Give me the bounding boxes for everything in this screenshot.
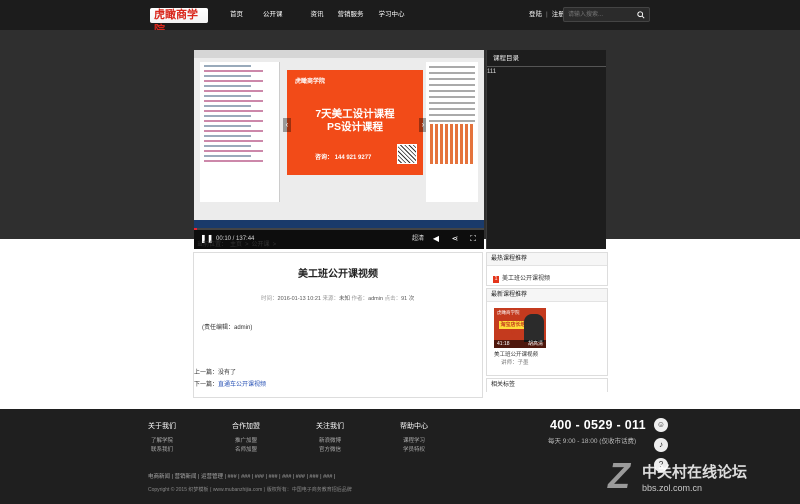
watermark-name: 中关村在线论坛 <box>642 464 748 481</box>
site-logo[interactable]: 虎瞰商学院 <box>150 8 208 36</box>
chevron-left-icon: ‹ <box>283 118 291 132</box>
next-article-link[interactable]: 直通车公开课视频 <box>218 382 266 388</box>
nav-news[interactable]: 资讯 <box>311 0 324 30</box>
course-name[interactable]: 美工班公开课视频 <box>494 350 538 358</box>
video-stage: 虎瞰商学院 7天美工设计课程 PS设计课程 咨询： 144 921 9277 ‹… <box>0 30 800 249</box>
video-player[interactable]: 虎瞰商学院 7天美工设计课程 PS设计课程 咨询： 144 921 9277 ‹… <box>194 50 484 249</box>
fullscreen-icon[interactable]: ⛶ <box>468 234 478 244</box>
search-input[interactable] <box>568 10 634 20</box>
lecturer-photo <box>524 314 544 342</box>
hot-courses-title: 最热课程推荐 <box>487 253 607 266</box>
article-meta: 时间：2016-01-13 10:21 来源：未知 作者：admin 点击：91… <box>261 296 415 302</box>
service-hours: 每天 9:00 - 18:00 (仅收市话费) <box>548 438 637 445</box>
forum-watermark: Z 中关村在线论坛 bbs.zol.com.cn <box>608 455 798 500</box>
share-icon[interactable]: ⋖ <box>450 234 460 244</box>
hot-course-item[interactable]: 1 美工班公开课视频 <box>493 273 550 283</box>
slide-logo: 虎瞰商学院 <box>295 79 326 85</box>
divider: | <box>546 11 548 18</box>
nav-home[interactable]: 首页 <box>230 0 243 30</box>
course-lecturer: 讲师：子墨 <box>501 360 529 366</box>
footer-col-join: 合作加盟 推广加盟 名师加盟 <box>232 423 260 453</box>
qr-code <box>397 144 417 164</box>
watermark-url: bbs.zol.com.cn <box>642 483 703 493</box>
login-link[interactable]: 登陆 <box>529 0 542 30</box>
related-tags-box: 相关标签 <box>486 378 608 392</box>
breadcrumb: 当前位置： 主页 > 公开课 > <box>197 240 279 250</box>
breadcrumb-separator: > <box>272 242 277 248</box>
recorded-window-bar <box>194 50 484 58</box>
recorded-right-panel <box>426 62 478 202</box>
thumbnail-caption: 41:18 胡高清 <box>494 340 546 348</box>
footer-col-help: 帮助中心 课程学习 学员特权 <box>400 423 428 453</box>
slide-title-1: 7天美工设计课程 <box>315 108 395 120</box>
progress-bar[interactable] <box>194 228 484 230</box>
article-editor: (责任编辑：admin) <box>202 325 253 331</box>
recorded-left-panel <box>200 62 280 202</box>
quality-selector[interactable]: 超清 <box>412 234 424 244</box>
article-title: 美工班公开课视频 <box>298 269 378 280</box>
nav-marketing[interactable]: 营销服务 <box>338 0 364 30</box>
course-thumbnail[interactable]: 虎瞰商学院 淘宝店长培训 41:18 胡高清 <box>494 308 546 348</box>
hot-courses-box: 最热课程推荐 1 美工班公开课视频 <box>486 252 608 286</box>
breadcrumb-home[interactable]: 主页 <box>230 242 242 248</box>
footer-col-about: 关于我们 了解学院 联系我们 <box>148 423 176 453</box>
related-tags-title: 相关标签 <box>487 379 607 392</box>
breadcrumb-section[interactable]: 公开课 <box>252 242 270 248</box>
footer-links[interactable]: 电商新闻 | 营销新闻 | 运营管理 | ### | ### | ### | #… <box>148 472 335 480</box>
slide-title-2: PS设计课程 <box>326 121 383 133</box>
catalog-item[interactable]: 111 <box>487 67 606 75</box>
copyright: Copyright © 2015 织梦模板 ( www.mubanzhijia.… <box>148 487 352 493</box>
course-slide: 虎瞰商学院 7天美工设计课程 PS设计课程 咨询： 144 921 9277 ‹… <box>283 70 427 175</box>
nav-open-class[interactable]: 公开课 <box>263 0 283 30</box>
breadcrumb-label: 当前位置： <box>197 242 228 248</box>
breadcrumb-separator: > <box>245 242 249 248</box>
slide-phone: 咨询： 144 921 9277 <box>315 155 372 161</box>
nav-learning-center[interactable]: 学习中心 <box>379 0 405 30</box>
top-nav-bar: 虎瞰商学院 首页 公开课 资讯 营销服务 学习中心 登陆 | 注册 <box>0 0 800 36</box>
video-screen[interactable]: 虎瞰商学院 7天美工设计课程 PS设计课程 咨询： 144 921 9277 ‹… <box>194 50 484 228</box>
volume-icon[interactable]: ◀ <box>431 234 441 244</box>
rank-badge: 1 <box>493 276 499 283</box>
next-article: 下一篇：直通车公开课视频 <box>194 382 267 388</box>
article-panel: 美工班公开课视频 时间：2016-01-13 10:21 来源：未知 作者：ad… <box>193 252 483 398</box>
recorded-taskbar <box>194 220 484 228</box>
search-box <box>563 7 650 22</box>
auth-links: 登陆 | 注册 <box>529 0 565 30</box>
main-nav: 首页 公开课 资讯 营销服务 学习中心 <box>224 0 405 30</box>
hotline-number: 400 - 0529 - 011 <box>550 418 646 432</box>
bell-icon[interactable]: ♪ <box>654 438 668 452</box>
progress-fill <box>194 228 197 230</box>
catalog-title: 课程目录 <box>487 50 606 67</box>
footer-col-follow: 关注我们 新浪微博 官方微信 <box>316 423 344 453</box>
new-courses-box: 最新课程推荐 虎瞰商学院 淘宝店长培训 41:18 胡高清 美工班公开课视频 讲师… <box>486 288 608 376</box>
course-catalog: 课程目录 111 <box>486 50 606 249</box>
chat-icon[interactable]: ☺ <box>654 418 668 432</box>
watermark-mark: Z <box>608 455 630 496</box>
search-icon[interactable] <box>637 11 645 19</box>
new-courses-title: 最新课程推荐 <box>487 289 607 302</box>
prev-article: 上一篇：没有了 <box>194 370 237 376</box>
